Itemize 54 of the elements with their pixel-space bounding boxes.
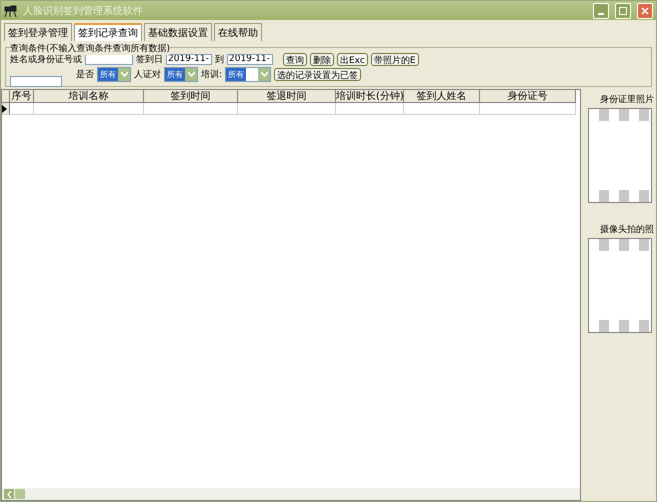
row-header[interactable] [2,103,10,115]
table-cell[interactable] [238,103,336,115]
filter-dropdown[interactable]: 所有 [225,66,272,82]
caret-icon [260,72,268,76]
action-button[interactable]: 查询 [283,52,307,66]
photo-title: 身份证里照片 [600,94,654,106]
filter-label: 培训: [201,68,222,80]
input-field[interactable] [10,76,62,86]
filter-dropdown[interactable]: 所有 [97,66,131,82]
column-header[interactable]: 培训名称 [34,90,144,103]
date-label: 签到日 [136,54,163,66]
minimize-icon [598,12,604,14]
table-cell[interactable] [10,103,34,115]
column-header[interactable]: 签到人姓名 [404,90,480,103]
app-icon [4,4,17,17]
action-button[interactable]: 删除 [310,52,334,66]
table-cell[interactable] [144,103,238,115]
table-cell[interactable] [34,103,144,115]
column-header[interactable]: 序号 [10,90,34,103]
date-field[interactable]: 2019-11- [166,54,212,64]
maximize-button[interactable] [615,2,631,18]
action-button[interactable]: 出Exc [337,52,368,66]
tab[interactable]: 在线帮助 [214,23,262,41]
filter-label: 人证对 [134,68,161,80]
photo-title: 摄像头拍的照 [600,224,654,236]
minimize-button[interactable] [593,2,609,18]
filter-dropdown[interactable]: 所有 [164,66,198,82]
close-button[interactable] [637,2,653,18]
name-field[interactable] [85,54,133,64]
table-cell[interactable] [480,103,576,115]
tab[interactable]: 签到登录管理 [4,23,72,41]
table-cell[interactable] [404,103,480,115]
filter-label: 是否 [76,68,94,80]
column-header[interactable]: 签到时间 [144,90,238,103]
caret-icon [188,72,194,76]
date-field[interactable]: 2019-11- [227,54,273,64]
scroll-thumb[interactable] [15,489,25,499]
window-title: 人脸识别签到管理系统软件 [23,4,144,18]
action-button[interactable]: 带照片的E [370,52,418,66]
horizontal-scrollbar[interactable] [2,488,580,500]
tab[interactable]: 签到记录查询 [74,23,142,41]
maximize-icon [619,6,627,14]
column-header[interactable]: 培训时长(分钟) [336,90,404,103]
group-title: 查询条件(不输入查询条件查询所有数据) [10,42,170,55]
close-icon [641,6,649,14]
caret-icon [120,72,128,76]
name-label: 姓名或身份证号或 [10,54,82,66]
column-header[interactable]: 签退时间 [238,90,336,103]
to-label: 到 [215,54,224,66]
column-header[interactable]: 身份证号 [480,90,576,103]
tab[interactable]: 基础数据设置 [144,23,212,41]
table-cell[interactable] [336,103,404,115]
mark-signed-button[interactable]: 选的记录设置为已签 [274,68,362,80]
current-row-icon [2,104,7,112]
